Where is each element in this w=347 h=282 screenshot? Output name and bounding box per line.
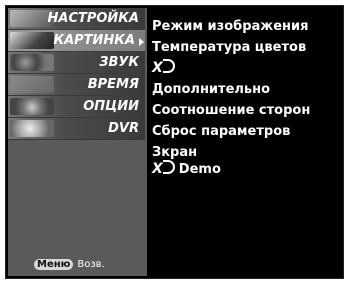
xd-logo-icon: X	[152, 58, 175, 79]
special-gear-icon	[10, 98, 54, 115]
option-picture-reset[interactable]: Сброс параметров	[152, 121, 342, 142]
option-xd[interactable]: X	[152, 58, 342, 79]
option-color-temperature[interactable]: Температура цветов	[152, 37, 342, 58]
sidebar-item-label: DVR	[108, 121, 139, 136]
menu-footer-hint: Меню Возв.	[34, 259, 105, 270]
sidebar-item-setup[interactable]: НАСТРОЙКА	[8, 8, 145, 30]
sidebar-item-options[interactable]: ОПЦИИ	[8, 96, 145, 118]
main-menu-sidebar: НАСТРОЙКА КАРТИНКА ЗВУК ВРЕМЯ ОПЦИИ DVR …	[8, 8, 147, 276]
speaker-icon	[10, 54, 54, 71]
sidebar-item-picture[interactable]: КАРТИНКА	[8, 30, 145, 52]
sidebar-item-sound[interactable]: ЗВУК	[8, 52, 145, 74]
menu-key-badge: Меню	[34, 259, 74, 270]
sidebar-item-dvr[interactable]: DVR	[8, 118, 145, 140]
tv-menu-screen: НАСТРОЙКА КАРТИНКА ЗВУК ВРЕМЯ ОПЦИИ DVR …	[5, 5, 344, 279]
option-advanced[interactable]: Дополнительно	[152, 79, 342, 100]
demo-label: Demo	[178, 162, 221, 177]
picture-options-list: Режим изображения Температура цветов X Д…	[152, 16, 342, 180]
film-picture-icon	[10, 32, 54, 49]
submenu-arrow-icon	[139, 38, 144, 46]
xd-logo-icon: X	[152, 159, 175, 180]
option-xd-demo[interactable]: X Demo	[152, 159, 342, 180]
option-aspect-ratio[interactable]: Соотношение сторон	[152, 100, 342, 121]
sidebar-item-label: КАРТИНКА	[53, 33, 135, 48]
sidebar-item-label: ВРЕМЯ	[87, 77, 139, 92]
sidebar-item-time[interactable]: ВРЕМЯ	[8, 74, 145, 96]
option-picture-mode[interactable]: Режим изображения	[152, 16, 342, 37]
sidebar-item-label: НАСТРОЙКА	[47, 11, 140, 26]
clock-icon	[10, 76, 54, 93]
sidebar-item-label: ОПЦИИ	[83, 99, 139, 114]
sidebar-item-label: ЗВУК	[99, 55, 139, 70]
back-hint-label: Возв.	[77, 259, 105, 270]
disc-icon	[10, 120, 54, 137]
